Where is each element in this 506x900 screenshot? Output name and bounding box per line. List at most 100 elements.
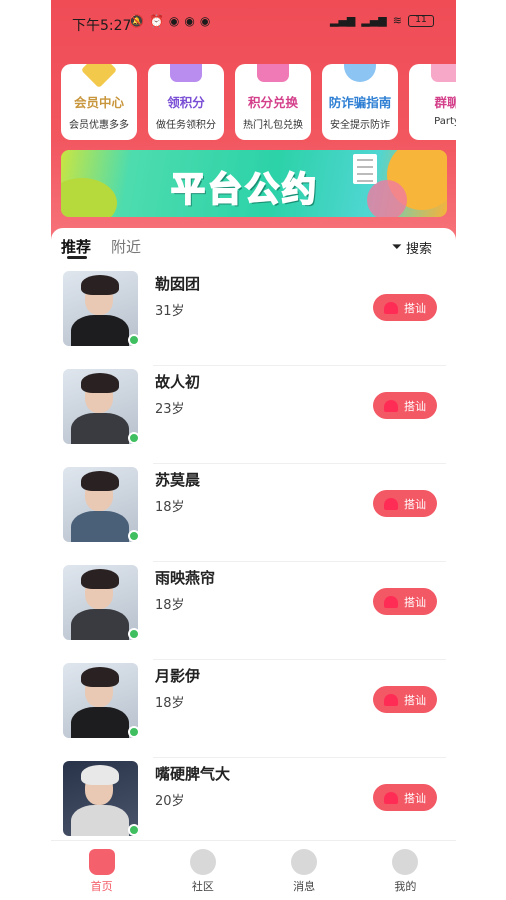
tab-recommend[interactable]: 推荐 — [61, 236, 91, 266]
avatar[interactable] — [63, 271, 138, 346]
wifi-icon: ≋ — [392, 14, 402, 27]
feed-tabs: 推荐 附近 — [61, 236, 141, 266]
app-notification-icon: ◉ — [168, 14, 180, 28]
heart-icon — [384, 693, 398, 706]
greet-label: 搭讪 — [404, 595, 426, 609]
card-subtitle: Party — [434, 116, 456, 127]
card-subtitle: 热门礼包兑换 — [243, 120, 303, 131]
shopping-bag-icon — [257, 64, 289, 82]
app-screen: 下午5:27 🔕 ⏰ ◉ ◉ ◉ ▂▄▆ ▂▄▆ ≋ 11 会员中心 会员优惠多… — [51, 0, 456, 900]
greet-label: 搭讪 — [404, 693, 426, 707]
tab-community[interactable]: 社区 — [152, 841, 253, 900]
online-indicator — [128, 628, 140, 640]
user-age: 18岁 — [155, 598, 185, 613]
greet-button[interactable]: 搭讪 — [373, 490, 437, 517]
card-title: 防诈骗指南 — [328, 95, 392, 110]
tab-label: 消息 — [293, 880, 316, 893]
greet-button[interactable]: 搭讪 — [373, 294, 437, 321]
home-icon — [88, 849, 115, 875]
card-title: 群聊 — [434, 95, 456, 110]
heart-icon — [384, 301, 398, 314]
heart-icon — [384, 497, 398, 510]
greet-label: 搭讪 — [404, 301, 426, 315]
banner-decoration — [367, 180, 407, 217]
card-vip-center[interactable]: 会员中心 会员优惠多多 — [61, 64, 137, 140]
tab-home[interactable]: 首页 — [51, 841, 152, 900]
diamond-icon — [80, 64, 118, 89]
filter-icon: ⏷ — [391, 240, 402, 255]
user-age: 18岁 — [155, 696, 185, 711]
greet-label: 搭讪 — [404, 791, 426, 805]
card-title: 领积分 — [167, 95, 205, 110]
document-icon — [353, 154, 377, 184]
signal-icon: ▂▄▆ — [330, 14, 356, 27]
tab-nearby[interactable]: 附近 — [111, 236, 141, 266]
user-name: 勒囡团 — [155, 275, 201, 293]
tab-mine[interactable]: 我的 — [355, 841, 456, 900]
user-age: 18岁 — [155, 500, 185, 515]
tab-label: 我的 — [394, 880, 417, 893]
battery-icon: 11 — [408, 14, 434, 27]
feature-cards: 会员中心 会员优惠多多 领积分 做任务领积分 积分兑换 热门礼包兑换 防诈骗指南… — [61, 64, 456, 140]
user-name: 雨映燕帘 — [155, 569, 216, 587]
mute-icon: 🔕 — [129, 14, 144, 28]
app-notification-icon: ◉ — [199, 14, 211, 28]
tab-label: 首页 — [90, 880, 113, 893]
card-group-chat[interactable]: 群聊 Party — [409, 64, 456, 140]
bottom-tab-bar: 首页 社区 消息 我的 — [51, 840, 456, 900]
banner-decoration — [61, 178, 117, 217]
signal-icon: ▂▄▆ — [361, 14, 387, 27]
card-title: 会员中心 — [73, 95, 124, 110]
user-list: 勒囡团 31岁 搭讪 故人初 23岁 搭讪 苏莫晨 18岁 搭讪 雨映燕帘 18… — [51, 268, 456, 856]
message-icon — [291, 849, 318, 875]
list-item[interactable]: 月影伊 18岁 搭讪 — [51, 660, 456, 758]
user-age: 31岁 — [155, 304, 185, 319]
status-system-icons: ▂▄▆ ▂▄▆ ≋ 11 — [330, 14, 434, 27]
greet-button[interactable]: 搭讪 — [373, 392, 437, 419]
card-title: 积分兑换 — [247, 95, 298, 110]
header-area: 下午5:27 🔕 ⏰ ◉ ◉ ◉ ▂▄▆ ▂▄▆ ≋ 11 会员中心 会员优惠多… — [51, 0, 456, 250]
heart-icon — [384, 595, 398, 608]
status-time: 下午5:27 — [72, 18, 132, 34]
online-indicator — [128, 530, 140, 542]
greet-button[interactable]: 搭讪 — [373, 588, 437, 615]
user-name: 故人初 — [155, 373, 201, 391]
list-item[interactable]: 故人初 23岁 搭讪 — [51, 366, 456, 464]
search-button[interactable]: ⏷ 搜索 — [392, 238, 432, 257]
avatar[interactable] — [63, 663, 138, 738]
shield-icon — [344, 64, 376, 82]
greet-label: 搭讪 — [404, 497, 426, 511]
card-subtitle: 做任务领积分 — [156, 120, 216, 131]
card-anti-fraud[interactable]: 防诈骗指南 安全提示防诈 — [322, 64, 398, 140]
status-bar: 下午5:27 🔕 ⏰ ◉ ◉ ◉ ▂▄▆ ▂▄▆ ≋ 11 — [51, 12, 456, 36]
card-subtitle: 会员优惠多多 — [69, 120, 129, 131]
greet-button[interactable]: 搭讪 — [373, 686, 437, 713]
tab-label: 社区 — [191, 880, 214, 893]
platform-rules-banner[interactable]: 平台公约 — [61, 150, 447, 217]
app-notification-icon: ◉ — [184, 14, 195, 28]
gift-icon — [170, 64, 202, 82]
group-chat-icon — [431, 64, 456, 82]
user-name: 嘴硬脾气大 — [155, 765, 231, 783]
greet-label: 搭讪 — [404, 399, 426, 413]
search-label: 搜索 — [405, 242, 432, 257]
list-item[interactable]: 雨映燕帘 18岁 搭讪 — [51, 562, 456, 660]
tab-messages[interactable]: 消息 — [254, 841, 355, 900]
avatar[interactable] — [63, 761, 138, 836]
greet-button[interactable]: 搭讪 — [373, 784, 437, 811]
list-item[interactable]: 苏莫晨 18岁 搭讪 — [51, 464, 456, 562]
alarm-icon: ⏰ — [148, 14, 164, 28]
avatar[interactable] — [63, 565, 138, 640]
avatar[interactable] — [63, 467, 138, 542]
profile-icon — [392, 849, 419, 875]
banner-title: 平台公约 — [170, 169, 319, 211]
user-age: 23岁 — [155, 402, 185, 417]
online-indicator — [128, 824, 140, 836]
avatar[interactable] — [63, 369, 138, 444]
status-notification-icons: 🔕 ⏰ ◉ ◉ ◉ — [129, 14, 210, 28]
heart-icon — [384, 399, 398, 412]
card-points-exchange[interactable]: 积分兑换 热门礼包兑换 — [235, 64, 311, 140]
list-item[interactable]: 勒囡团 31岁 搭讪 — [51, 268, 456, 366]
card-earn-points[interactable]: 领积分 做任务领积分 — [148, 64, 224, 140]
user-name: 苏莫晨 — [155, 471, 201, 489]
